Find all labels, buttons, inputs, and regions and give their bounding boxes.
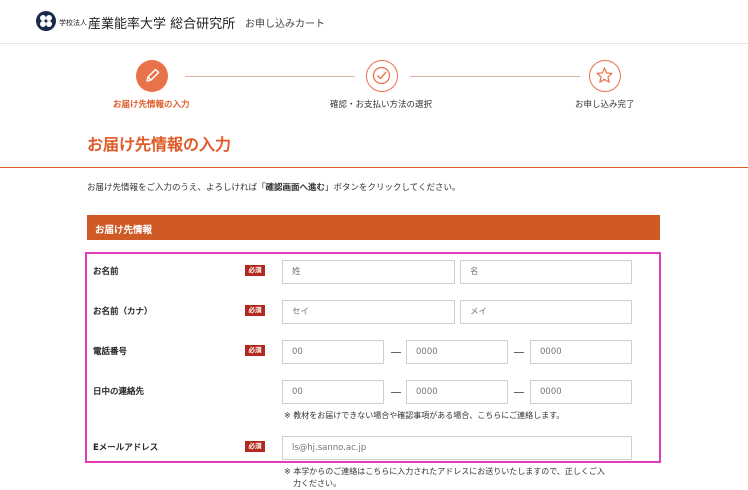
daytime-part1-input[interactable] xyxy=(282,380,384,404)
phone-part3-input[interactable] xyxy=(530,340,632,364)
email-note-line1: ※ 本学からのご連絡はこちらに入力されたアドレスにお送りいたしますので、正しくご… xyxy=(284,467,605,476)
step-3-label: お申し込み完了 xyxy=(575,100,635,110)
school-logo-icon[interactable] xyxy=(36,11,56,31)
page-title: お届け先情報の入力 xyxy=(87,135,232,154)
required-badge: 必須 xyxy=(245,265,265,276)
school-prefix: 学校法人 xyxy=(59,19,87,27)
step-1-pencil-icon xyxy=(136,60,168,92)
daytime-part2-input[interactable] xyxy=(406,380,508,404)
email-note-line2: 力ください。 xyxy=(293,479,341,488)
first-name-input[interactable] xyxy=(460,260,632,284)
section-title: お届け先情報 xyxy=(95,225,153,236)
daytime-dash xyxy=(391,392,401,393)
kana-label: お名前（カナ） xyxy=(93,307,153,317)
required-badge: 必須 xyxy=(245,305,265,316)
daytime-part3-input[interactable] xyxy=(530,380,632,404)
email-label: Eメールアドレス xyxy=(93,443,159,453)
required-badge: 必須 xyxy=(245,441,265,452)
name-label: お名前 xyxy=(93,267,119,277)
school-name[interactable]: 産業能率大学 総合研究所 xyxy=(88,13,235,32)
section-header: お届け先情報 xyxy=(87,215,660,240)
header: 学校法人 産業能率大学 総合研究所 お申し込みカート xyxy=(0,0,748,44)
step-2-check-icon xyxy=(366,60,398,92)
step-connector xyxy=(410,76,580,77)
step-3-star-icon xyxy=(589,60,621,92)
phone-dash xyxy=(514,352,524,353)
cart-title: お申し込みカート xyxy=(245,19,325,30)
phone-part1-input[interactable] xyxy=(282,340,384,364)
phone-dash xyxy=(391,352,401,353)
step-connector xyxy=(185,76,355,77)
first-name-kana-input[interactable] xyxy=(460,300,632,324)
title-divider xyxy=(0,167,748,168)
intro-text: お届け先情報をご入力のうえ、よろしければ「確認画面へ進む」ボタンをクリックしてく… xyxy=(87,183,461,193)
last-name-kana-input[interactable] xyxy=(282,300,455,324)
daytime-note: ※ 教材をお届けできない場合や確認事項がある場合、こちらにご連絡します。 xyxy=(284,411,565,420)
daytime-contact-label: 日中の連絡先 xyxy=(93,387,145,397)
required-badge: 必須 xyxy=(245,345,265,356)
step-2-label: 確認・お支払い方法の選択 xyxy=(330,100,433,110)
step-1-label: お届け先情報の入力 xyxy=(113,100,190,110)
phone-label: 電話番号 xyxy=(93,347,128,357)
phone-part2-input[interactable] xyxy=(406,340,508,364)
last-name-input[interactable] xyxy=(282,260,455,284)
email-input[interactable] xyxy=(282,436,632,460)
daytime-dash xyxy=(514,392,524,393)
